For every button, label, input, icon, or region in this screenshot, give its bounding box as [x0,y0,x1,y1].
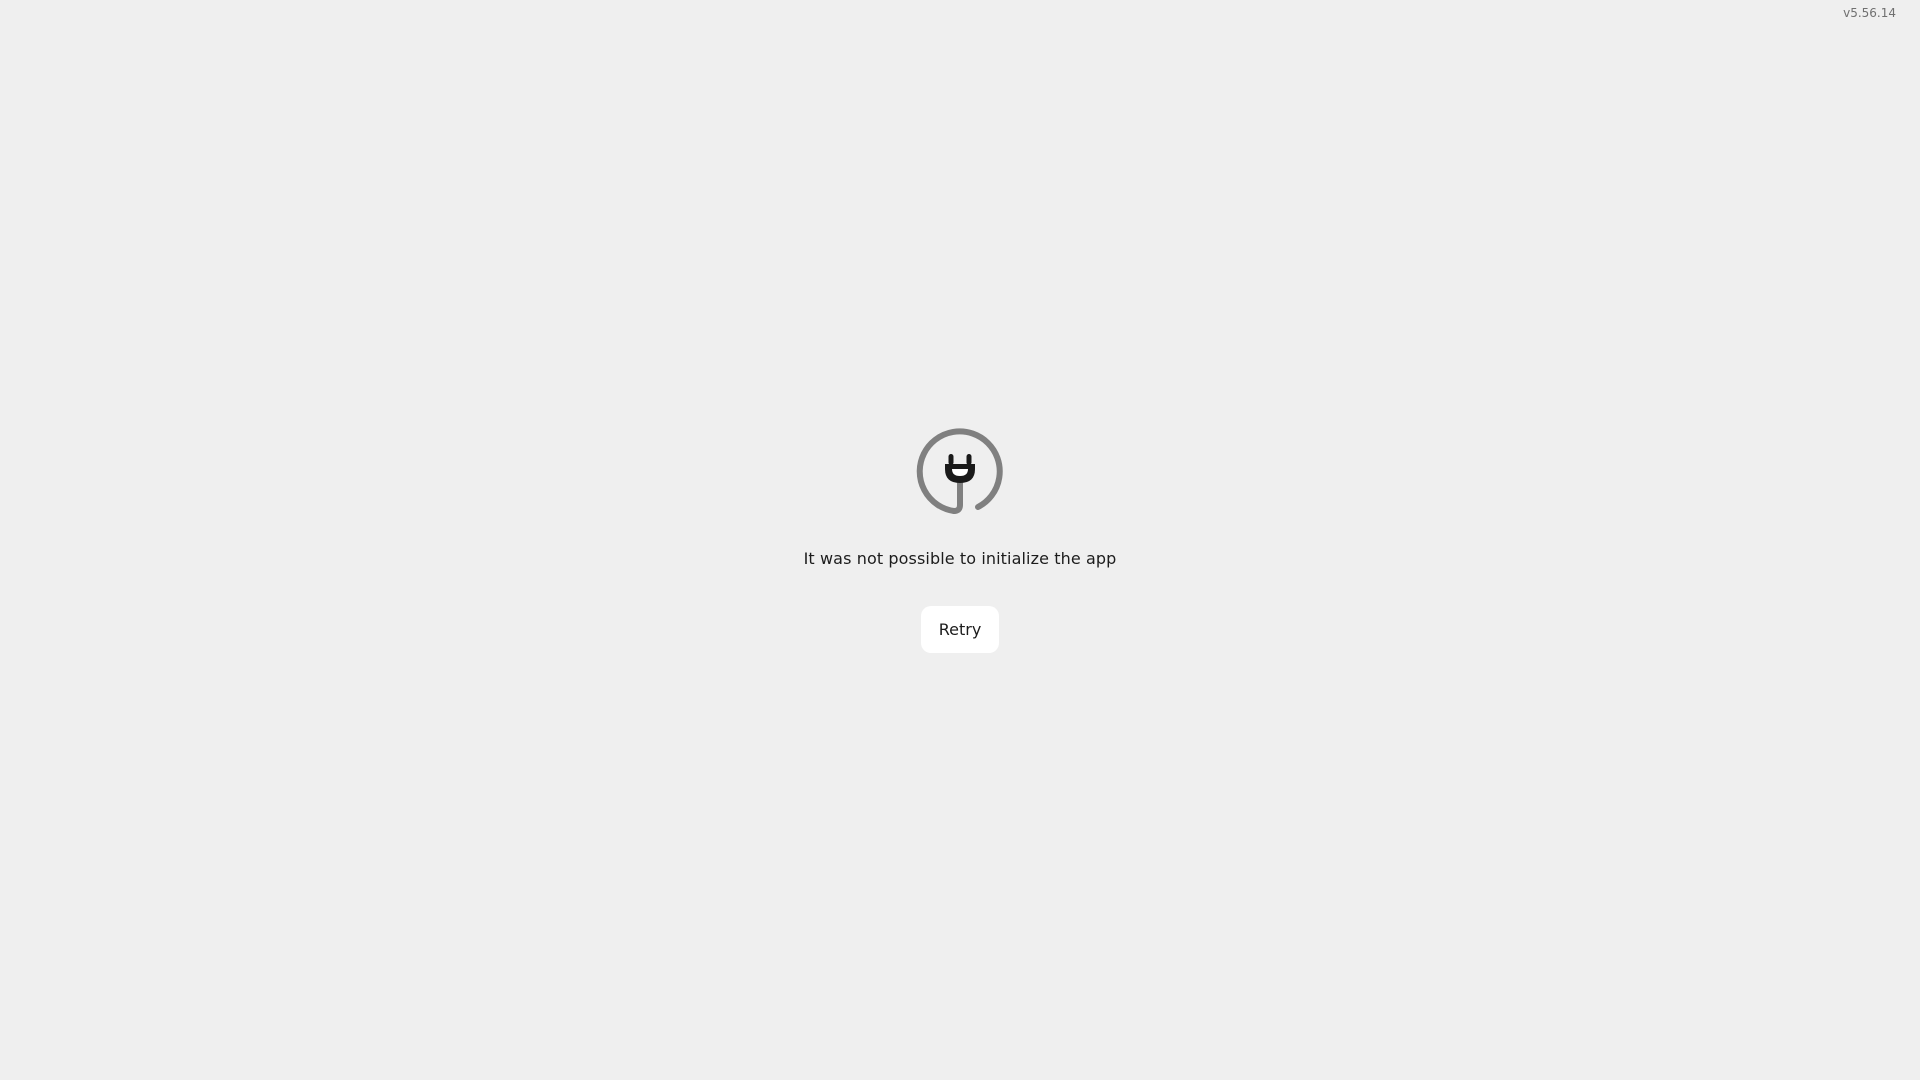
retry-button[interactable]: Retry [920,606,1000,653]
error-panel: It was not possible to initialize the ap… [0,427,1920,653]
version-label: v5.56.14 [1843,6,1896,20]
plug-icon [916,428,1003,514]
error-message: It was not possible to initialize the ap… [803,549,1117,568]
